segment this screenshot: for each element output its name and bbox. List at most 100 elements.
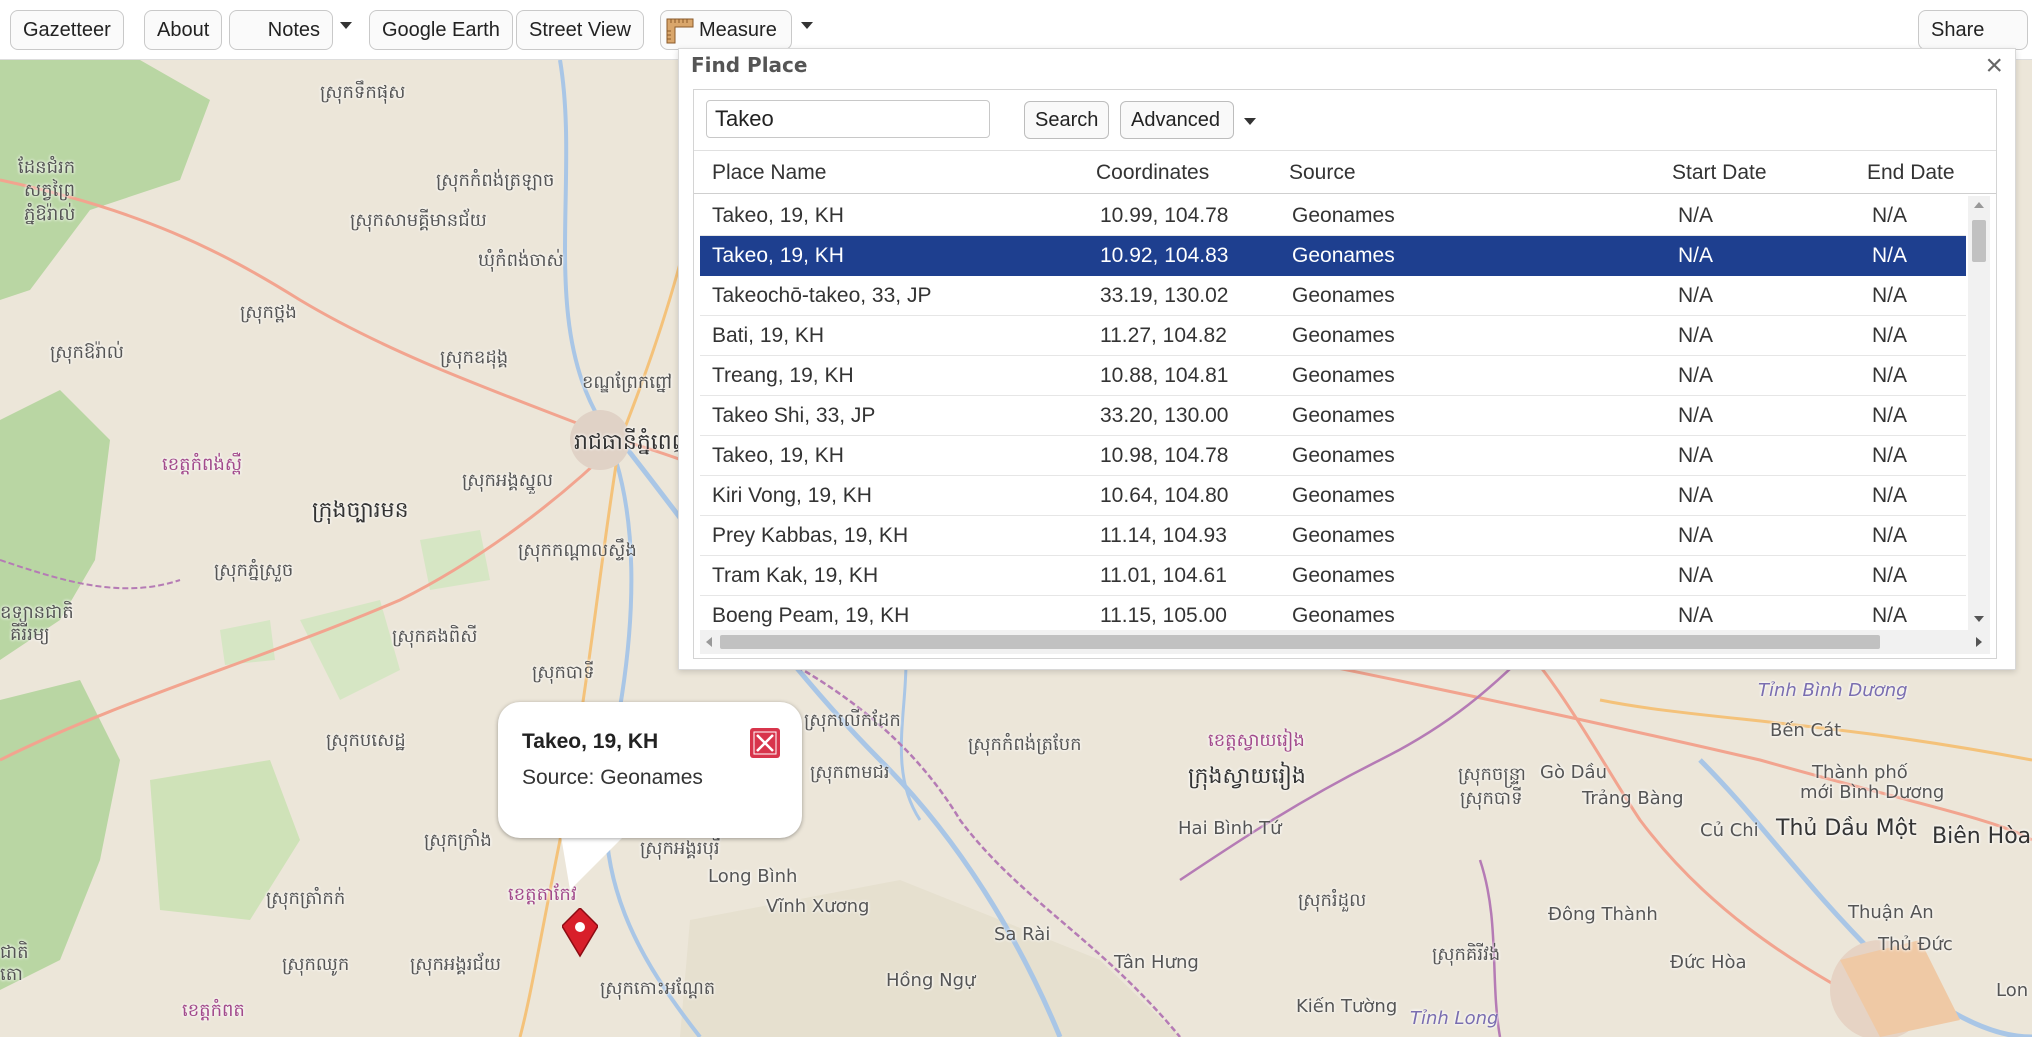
map-place-label: ឃុំកំពង់ចាស់ (478, 250, 564, 271)
map-place-label: Thủ Đức (1878, 934, 1953, 955)
table-row[interactable]: Kiri Vong, 19, KH 10.64, 104.80 Geonames N/… (700, 476, 1966, 516)
source-cell: Geonames (1292, 444, 1395, 467)
ruler-icon (666, 18, 694, 44)
map-place-label: ស្រុកបសេដ្ឋ (326, 730, 406, 751)
map-place-label: ស្រុកកោះអណ្តែត (600, 978, 716, 999)
map-place-label: ស្រុកត្រាំកក់ (266, 888, 346, 909)
results-table-body: Takeo, 19, KH 10.99, 104.78 Geonames N/A N/A… (700, 196, 1966, 630)
scroll-left-icon[interactable] (706, 637, 712, 647)
col-end-date[interactable]: End Date (1867, 161, 1955, 185)
end-date-cell: N/A (1872, 444, 1908, 467)
gazetteer-button[interactable]: Gazetteer (10, 10, 124, 50)
map-place-label: តោ (0, 964, 23, 985)
scroll-right-icon[interactable] (1976, 637, 1982, 647)
map-place-label: ស្រុកលើកដែក (804, 710, 901, 731)
source-cell: Geonames (1292, 284, 1395, 307)
share-map-button[interactable]: Share Map (1918, 10, 2028, 79)
map-place-label: Long Bình (708, 866, 798, 887)
map-place-label: Thành phố (1812, 762, 1908, 783)
table-row[interactable]: Takeochō-takeo, 33, JP 33.19, 130.02 Geona… (700, 276, 1966, 316)
table-row[interactable]: Takeo Shi, 33, JP 33.20, 130.00 Geonames N/… (700, 396, 1966, 436)
horizontal-scroll-thumb[interactable] (720, 635, 1880, 649)
map-place-label: ស្រុកពាមជរ (810, 762, 890, 783)
map-place-label: Thuận An (1848, 902, 1934, 923)
start-date-cell: N/A (1678, 324, 1714, 347)
map-place-label: Bến Cát (1770, 720, 1842, 741)
close-icon[interactable]: × (1985, 51, 2003, 81)
search-input[interactable] (706, 100, 990, 138)
advanced-button[interactable]: Advanced (1120, 101, 1234, 139)
place-name-cell: Treang, 19, KH (712, 364, 854, 387)
vertical-scrollbar[interactable] (1968, 196, 1990, 630)
end-date-cell: N/A (1872, 244, 1908, 267)
street-view-button[interactable]: Street View (516, 10, 644, 50)
end-date-cell: N/A (1872, 484, 1908, 507)
coordinates-cell: 11.01, 104.61 (1100, 564, 1227, 587)
popup-close-button[interactable] (750, 728, 780, 758)
notes-dropdown-icon[interactable] (340, 22, 352, 29)
coordinates-cell: 11.27, 104.82 (1100, 324, 1227, 347)
about-button[interactable]: About (144, 10, 223, 50)
google-earth-button[interactable]: Google Earth (369, 10, 513, 50)
place-name-cell: Takeo Shi, 33, JP (712, 404, 876, 427)
source-cell: Geonames (1292, 204, 1395, 227)
table-row[interactable]: Takeo, 19, KH 10.99, 104.78 Geonames N/A N/A (700, 196, 1966, 236)
col-source[interactable]: Source (1289, 161, 1356, 185)
map-place-label: Tân Hưng (1114, 952, 1199, 973)
vertical-scroll-thumb[interactable] (1972, 220, 1986, 262)
location-marker-icon[interactable] (562, 908, 598, 958)
table-row[interactable]: Tram Kak, 19, KH 11.01, 104.61 Geonames N/A… (700, 556, 1966, 596)
table-row[interactable]: Treang, 19, KH 10.88, 104.81 Geonames N/A N/… (700, 356, 1966, 396)
table-row[interactable]: Bati, 19, KH 11.27, 104.82 Geonames N/A N/A (700, 316, 1966, 356)
notes-button[interactable]: Notes (229, 10, 333, 50)
advanced-dropdown-icon[interactable] (1244, 118, 1256, 125)
scroll-up-icon[interactable] (1974, 202, 1984, 208)
table-row[interactable]: Prey Kabbas, 19, KH 11.14, 104.93 Geonames… (700, 516, 1966, 556)
coordinates-cell: 11.15, 105.00 (1100, 604, 1227, 627)
horizontal-scrollbar[interactable] (700, 630, 1990, 654)
place-popup: Takeo, 19, KH Source: Geonames (498, 702, 802, 838)
start-date-cell: N/A (1678, 244, 1714, 267)
table-row[interactable]: Takeo, 19, KH 10.98, 104.78 Geonames N/A N/A (700, 436, 1966, 476)
col-coordinates[interactable]: Coordinates (1096, 161, 1209, 185)
measure-dropdown-icon[interactable] (801, 22, 813, 29)
col-place-name[interactable]: Place Name (712, 161, 826, 185)
source-cell: Geonames (1292, 324, 1395, 347)
source-cell: Geonames (1292, 524, 1395, 547)
popup-title: Takeo, 19, KH (522, 730, 659, 753)
map-place-label: ស្រុកភ្នំស្រួច (214, 560, 294, 581)
map-place-label: ស្រុកក្រាំង (424, 830, 492, 851)
map-place-label: Tỉnh Long (1410, 1008, 1499, 1029)
map-place-label: រាជធានីភ្នំពេញ (574, 430, 693, 455)
map-place-label: សត្វព្រៃ (24, 180, 76, 201)
col-start-date[interactable]: Start Date (1672, 161, 1767, 185)
start-date-cell: N/A (1678, 204, 1714, 227)
measure-button[interactable]: Measure (660, 10, 792, 50)
start-date-cell: N/A (1678, 604, 1714, 627)
popup-source: Source: Geonames (522, 766, 703, 789)
map-place-label: ស្រុកសាមគ្គីមានជ័យ (350, 210, 487, 231)
start-date-cell: N/A (1678, 444, 1714, 467)
map-place-label: ស្រុកគងពិសី (392, 626, 478, 647)
coordinates-cell: 33.20, 130.00 (1100, 404, 1229, 427)
map-place-label: ស្រុកកំពង់ត្រឡាច (436, 170, 555, 191)
map-place-label: Đông Thành (1548, 904, 1658, 925)
map-place-label: ខេត្តស្វាយរៀង (1208, 730, 1305, 751)
close-icon (753, 731, 777, 755)
start-date-cell: N/A (1678, 364, 1714, 387)
search-button[interactable]: Search (1024, 101, 1110, 139)
start-date-cell: N/A (1678, 524, 1714, 547)
map-place-label: ខេត្តកំពង់ស្ពឺ (162, 454, 242, 475)
start-date-cell: N/A (1678, 284, 1714, 307)
source-cell: Geonames (1292, 244, 1395, 267)
table-row[interactable]: Takeo, 19, KH 10.92, 104.83 Geonames N/A N/A (700, 236, 1966, 276)
scroll-down-icon[interactable] (1974, 616, 1984, 622)
source-cell: Geonames (1292, 484, 1395, 507)
map-place-label: ស្រុកអង្គស្នួល (462, 470, 554, 491)
table-row[interactable]: Boeng Peam, 19, KH 11.15, 105.00 Geonames N… (700, 596, 1966, 630)
map-place-label: ស្រុករំដួល (1298, 890, 1367, 911)
coordinates-cell: 11.14, 104.93 (1100, 524, 1227, 547)
map-place-label: Tỉnh Bình Dương (1758, 680, 1908, 701)
coordinates-cell: 10.92, 104.83 (1100, 244, 1229, 267)
map-place-label: mới Bình Dương (1800, 782, 1945, 803)
